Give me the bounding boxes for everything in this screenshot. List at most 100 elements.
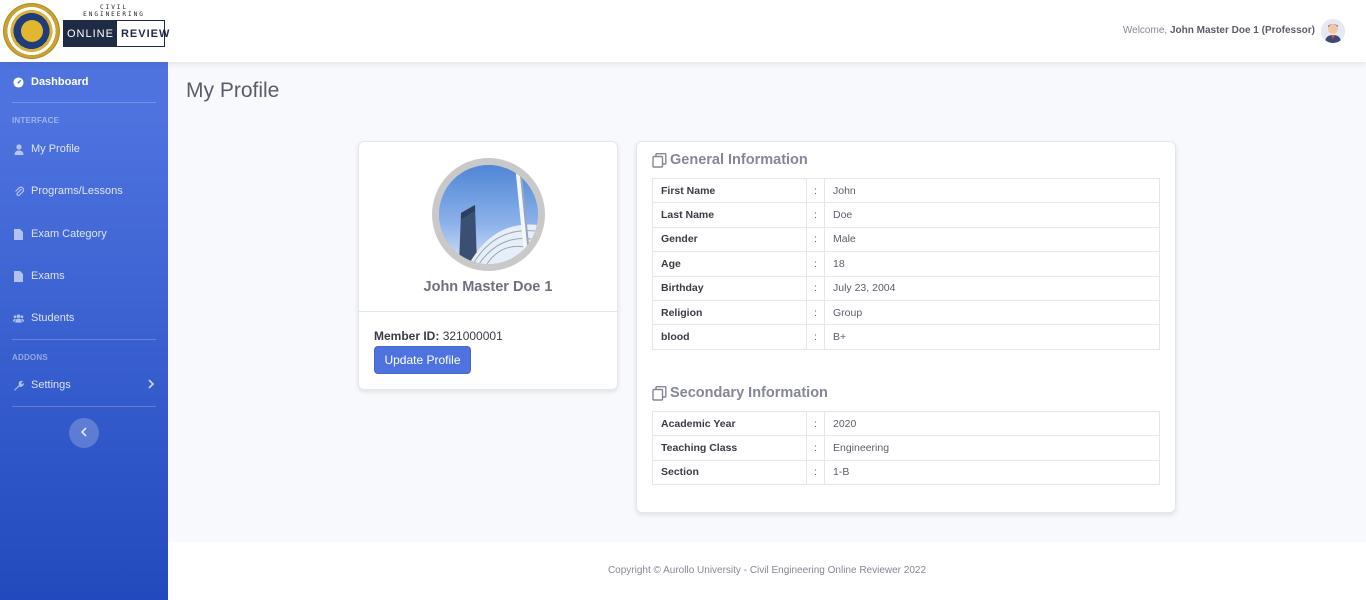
footer-copyright: Copyright © Aurollo University - Civil E…: [607, 565, 927, 576]
row-separator: :: [806, 410, 825, 437]
sidebar-item-my-profile[interactable]: My Profile: [0, 139, 168, 159]
secondary-information-title: Secondary Information: [652, 385, 828, 401]
row-label: First Name: [652, 177, 807, 204]
profile-card: John Master Doe 1 Member ID: 321000001 U…: [358, 141, 618, 390]
table-row: First Name: John: [652, 177, 1160, 204]
profile-name: John Master Doe 1: [423, 279, 553, 295]
sidebar-item-settings[interactable]: Settings: [0, 375, 168, 395]
paperclip-icon: [13, 186, 24, 197]
sidebar-toggle-button[interactable]: [69, 418, 99, 448]
chevron-right-icon: [148, 379, 155, 392]
row-label: blood: [652, 324, 807, 350]
row-separator: :: [806, 299, 825, 326]
sidebar-heading-addons: ADDONS: [12, 353, 48, 362]
sidebar-item-exam-category[interactable]: Exam Category: [0, 224, 168, 244]
row-label: Last Name: [652, 202, 807, 228]
row-separator: :: [806, 251, 825, 277]
user-name: John Master Doe 1 (Professor): [1169, 25, 1315, 36]
row-separator: :: [806, 202, 825, 228]
table-row: Teaching Class: Engineering: [652, 435, 1160, 461]
secondary-information-table: Academic Year:2020 Teaching Class: Enginee…: [652, 410, 1160, 486]
avatar[interactable]: [1321, 19, 1345, 43]
logo-civil-engineering-text: CIVIL ENGINEERING: [83, 4, 145, 18]
sidebar-item-label: Dashboard: [31, 76, 89, 88]
university-seal-icon: [3, 3, 60, 59]
member-id: Member ID: 321000001: [374, 329, 503, 343]
logo-review-text: REVIEW: [120, 27, 171, 40]
table-row: Gender: Male: [652, 226, 1160, 253]
row-value: 1-B: [824, 459, 1160, 486]
file-icon: [13, 228, 24, 240]
file-icon: [13, 270, 24, 282]
row-label: Academic Year: [652, 410, 807, 437]
row-label: Religion: [652, 299, 807, 326]
row-value: 18: [824, 251, 1160, 277]
sidebar-item-label: Exams: [31, 270, 65, 282]
row-value: 2020: [824, 410, 1160, 437]
sidebar-item-label: Programs/Lessons: [31, 185, 123, 197]
dashboard-icon: [13, 76, 24, 88]
member-id-value: 321000001: [442, 329, 503, 343]
profile-photo: [432, 158, 545, 271]
row-label: Teaching Class: [652, 435, 807, 461]
sidebar-item-exams[interactable]: Exams: [0, 266, 168, 286]
user-welcome[interactable]: Welcome, John Master Doe 1 (Professor): [1123, 25, 1315, 36]
row-value: July 23, 2004: [824, 275, 1160, 301]
footer: Copyright © Aurollo University - Civil E…: [168, 542, 1366, 600]
logo-online-review: ONLINE REVIEW: [63, 20, 169, 47]
table-row: Section:1-B: [652, 459, 1160, 486]
row-value: B+: [824, 324, 1160, 350]
welcome-prefix: Welcome,: [1122, 25, 1168, 36]
row-label: Age: [652, 251, 807, 277]
table-row: Age:18: [652, 251, 1160, 277]
row-separator: :: [806, 177, 825, 204]
copy-icon: [652, 385, 667, 401]
site-logo[interactable]: CIVIL ENGINEERING ONLINE REVIEW: [3, 3, 169, 59]
section-title-text: Secondary Information: [670, 385, 828, 401]
row-value: Male: [824, 226, 1160, 253]
row-separator: :: [806, 435, 825, 461]
row-value: Group: [824, 299, 1160, 326]
user-icon: [13, 143, 24, 155]
logo-online-text: ONLINE: [64, 21, 117, 46]
table-row: blood: B+: [652, 324, 1160, 350]
sidebar-item-label: Students: [31, 312, 75, 324]
sidebar-item-label: Exam Category: [31, 228, 107, 240]
sidebar-divider: [12, 406, 156, 407]
row-separator: :: [806, 226, 825, 253]
sidebar-item-label: My Profile: [31, 143, 80, 155]
row-label: Section: [652, 459, 807, 486]
chevron-left-icon: [80, 424, 87, 442]
sidebar-item-dashboard[interactable]: Dashboard: [0, 72, 168, 92]
row-value: Doe: [824, 202, 1160, 228]
topbar: CIVIL ENGINEERING ONLINE REVIEW Welcome,…: [0, 0, 1366, 62]
info-card: General Information First Name: John Last …: [636, 141, 1176, 513]
row-value: John: [824, 177, 1160, 204]
table-row: Last Name: Doe: [652, 202, 1160, 228]
row-separator: :: [806, 324, 825, 350]
row-separator: :: [806, 459, 825, 486]
sidebar-item-students[interactable]: Students: [0, 308, 168, 328]
sidebar: Dashboard INTERFACE My Profile Programs/…: [0, 62, 168, 600]
wrench-icon: [13, 380, 24, 391]
general-information-table: First Name: John Last Name: Doe Gender: Male A…: [652, 177, 1160, 350]
users-icon: [13, 313, 24, 324]
page-title: My Profile: [186, 79, 280, 102]
member-id-label: Member ID:: [374, 329, 440, 343]
card-divider: [359, 311, 617, 312]
row-value: Engineering: [824, 435, 1160, 461]
general-information-title: General Information: [652, 152, 808, 168]
row-separator: :: [806, 275, 825, 301]
sidebar-divider: [12, 339, 156, 340]
sidebar-divider: [12, 102, 156, 103]
row-label: Gender: [652, 226, 807, 253]
table-row: Academic Year:2020: [652, 410, 1160, 437]
table-row: Birthday: July 23, 2004: [652, 275, 1160, 301]
copy-icon: [652, 152, 667, 168]
sidebar-heading-interface: INTERFACE: [12, 116, 60, 125]
section-title-text: General Information: [670, 152, 808, 168]
row-label: Birthday: [652, 275, 807, 301]
update-profile-button[interactable]: Update Profile: [374, 346, 471, 374]
sidebar-item-programs-lessons[interactable]: Programs/Lessons: [0, 181, 168, 201]
table-row: Religion: Group: [652, 299, 1160, 326]
